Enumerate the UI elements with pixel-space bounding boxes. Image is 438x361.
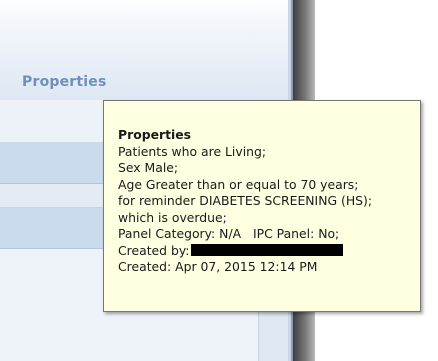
properties-tooltip: Properties Patients who are Living; Sex … [103,100,421,312]
tooltip-title: Properties [118,127,192,142]
redacted-name-box [191,243,344,256]
tooltip-line-living: Patients who are Living; [118,143,267,159]
ipc-panel-text: IPC Panel: No; [252,226,340,241]
properties-panel-title: Properties [22,74,107,90]
properties-panel-header[interactable]: Properties [0,22,288,101]
tooltip-line-age: Age Greater than or equal to 70 years; [118,176,359,192]
tooltip-line-created-by: Created by: [118,243,420,260]
tooltip-line-created: Created: Apr 07, 2015 12:14 PM [118,259,318,274]
tooltip-line-overdue: which is overdue; [118,209,227,225]
panel-category-text: Panel Category: N/A [118,226,242,241]
tooltip-line-reminder: for reminder DIABETES SCREENING (HS); [118,193,373,208]
tooltip-line-panel: Panel Category: N/A IPC Panel: No; [118,226,420,243]
tooltip-line-sex: Sex Male; [118,160,179,175]
created-by-label: Created by: [118,242,190,258]
window-top-bar [0,0,288,23]
